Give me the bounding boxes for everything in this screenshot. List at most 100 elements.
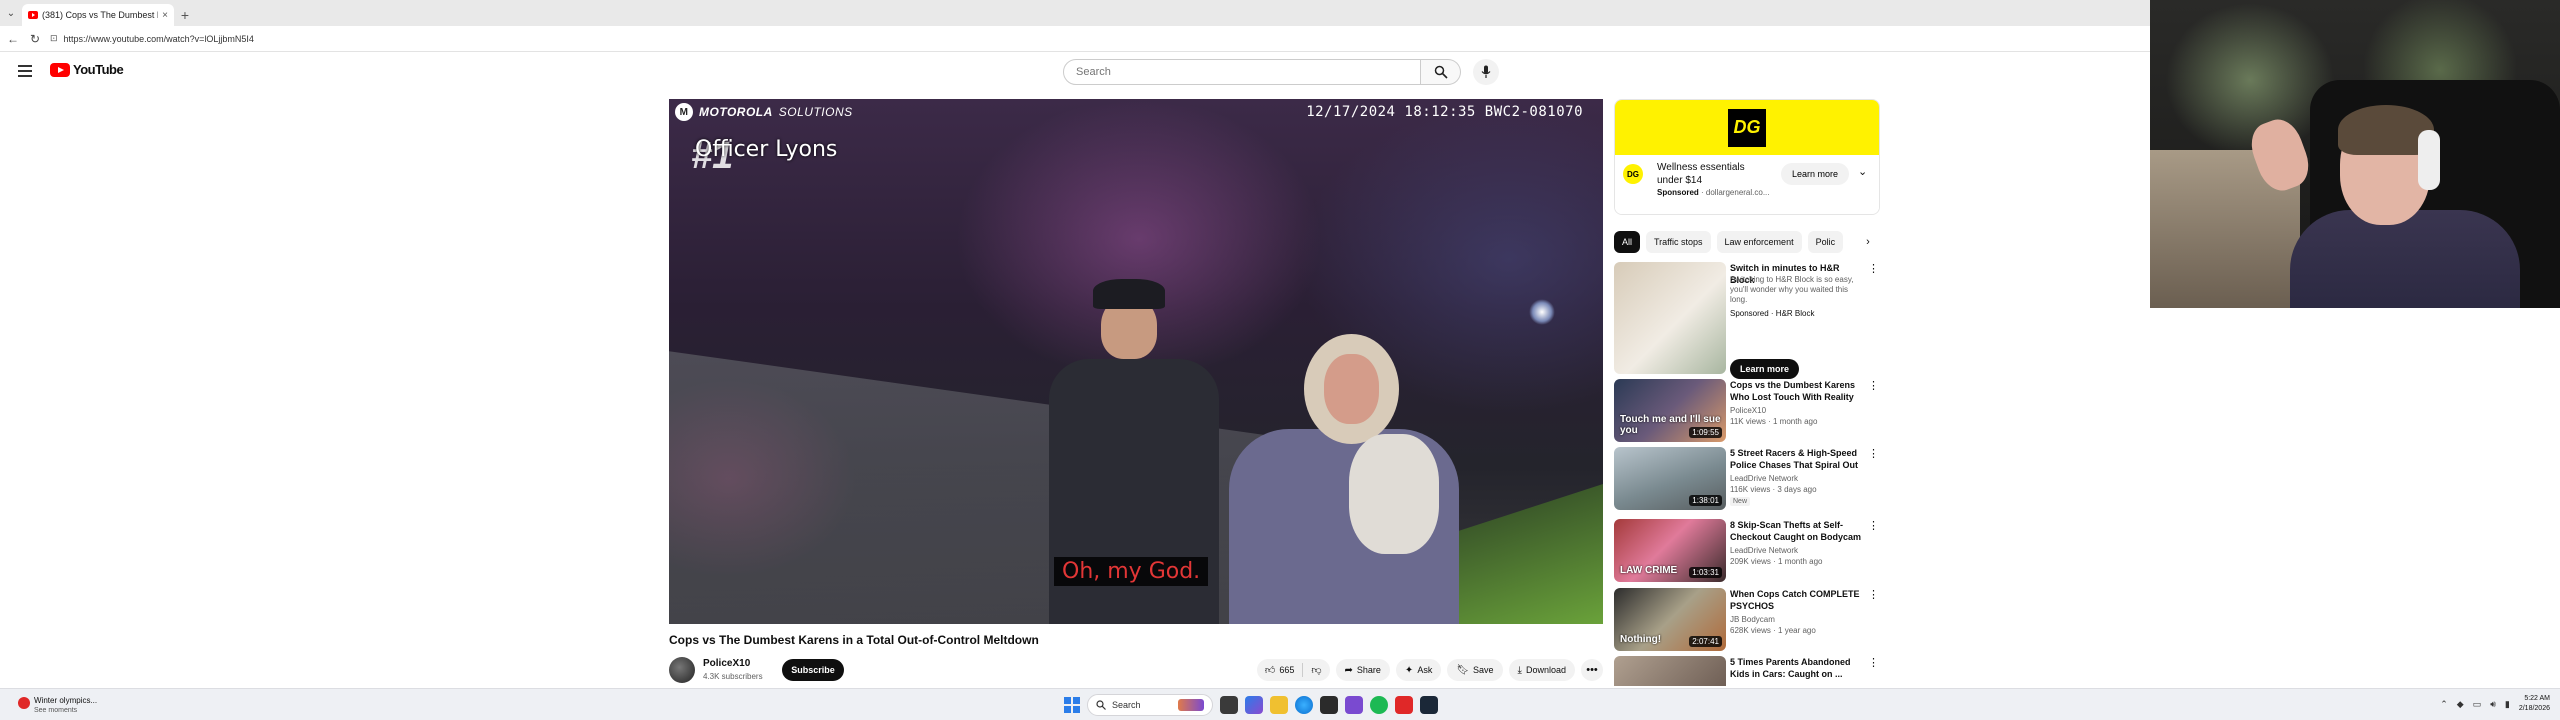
download-button[interactable]: ⤓ Download [1508, 659, 1575, 681]
reload-icon[interactable]: ↻ [28, 32, 42, 46]
rec-title[interactable]: Cops vs the Dumbest Karens Who Lost Touc… [1730, 379, 1866, 403]
rec-thumbnail[interactable]: LAW CRIME 1:03:31 [1614, 519, 1726, 582]
rec-video[interactable]: 1:38:01 5 Street Racers & High-Speed Pol… [1614, 447, 1880, 511]
search-highlight-icon [1178, 699, 1204, 711]
bookmark-icon: 🔖︎ [1456, 664, 1470, 676]
rec-channel[interactable]: LeadDrive Network [1730, 474, 1798, 483]
channel-avatar[interactable] [669, 657, 695, 683]
rec-thumbnail[interactable] [1614, 262, 1726, 374]
youtube-header: YouTube [0, 53, 2150, 91]
recording-app-icon[interactable] [1395, 696, 1413, 714]
share-button[interactable]: ➦ Share [1335, 659, 1390, 681]
rec-title[interactable]: When Cops Catch COMPLETE PSYCHOS [1730, 588, 1866, 612]
video-title: Cops vs The Dumbest Karens in a Total Ou… [669, 633, 1039, 647]
volume-icon[interactable]: 🔊︎ [2490, 699, 2496, 710]
task-view-icon[interactable] [1220, 696, 1238, 714]
rec-learn-more-button[interactable]: Learn more [1730, 359, 1800, 379]
chip-all[interactable]: All [1614, 231, 1641, 253]
download-icon: ⤓ [1517, 664, 1522, 676]
sponsored-ad-card[interactable]: DG DG Wellness essentials under $14 Spon… [1614, 99, 1880, 215]
bodycam-timestamp: 12/17/2024 18:12:35 BWC2-081070 [1306, 104, 1583, 120]
spotify-icon[interactable] [1370, 696, 1388, 714]
save-button[interactable]: 🔖︎ Save [1447, 659, 1503, 681]
hamburger-menu-icon[interactable] [18, 65, 32, 77]
rec-video[interactable]: 5 Times Parents Abandoned Kids in Cars: … [1614, 656, 1880, 686]
rec-more-icon[interactable]: ⋮ [1868, 379, 1879, 392]
rec-thumbnail[interactable]: 1:38:01 [1614, 447, 1726, 510]
rec-video[interactable]: Touch me and I'll sue you 1:09:55 Cops v… [1614, 379, 1880, 443]
ad-banner[interactable]: DG [1615, 100, 1879, 155]
taskbar-clock[interactable]: 5:22 AM 2/18/2026 [2519, 694, 2550, 714]
tray-overflow-chevron-icon[interactable]: ⌃ [2440, 699, 2448, 710]
browser-tab-strip: ⌄ (381) Cops vs The Dumbest K... × + [0, 0, 2150, 26]
store-icon[interactable] [1320, 696, 1338, 714]
tab-close-icon[interactable]: × [162, 10, 168, 21]
subscriber-count: 4.3K subscribers [703, 672, 763, 681]
subscribe-button[interactable]: Subscribe [782, 659, 844, 681]
rec-thumbnail[interactable]: Nothing! 2:07:41 [1614, 588, 1726, 651]
video-actions: 👍︎ 665 👎︎ ➦ Share ✦ Ask 🔖︎ Save ⤓ Downlo… [1256, 659, 1603, 681]
weather-title: Winter olympics... [34, 696, 98, 705]
filter-chips: All Traffic stops Law enforcement Polic [1614, 231, 1880, 253]
rec-video[interactable]: Nothing! 2:07:41 When Cops Catch COMPLET… [1614, 588, 1880, 652]
windows-start-icon[interactable] [1064, 697, 1080, 713]
like-button[interactable]: 👍︎ 665 [1257, 663, 1304, 677]
rec-more-icon[interactable]: ⋮ [1868, 262, 1879, 275]
back-arrow-icon[interactable]: ← [6, 32, 20, 46]
rec-stats: 11K views · 1 month ago [1730, 417, 1818, 426]
rec-channel[interactable]: JB Bodycam [1730, 615, 1775, 624]
rec-description: long. [1730, 295, 1748, 304]
rec-channel[interactable]: PoliceX10 [1730, 406, 1766, 415]
rec-title[interactable]: 8 Skip-Scan Thefts at Self-Checkout Caug… [1730, 519, 1866, 543]
taskbar-search[interactable]: Search [1087, 694, 1213, 716]
voice-search-button[interactable] [1473, 59, 1499, 85]
more-actions-button[interactable]: ••• [1581, 659, 1603, 681]
rec-title[interactable]: 5 Times Parents Abandoned Kids in Cars: … [1730, 656, 1866, 680]
rec-title[interactable]: 5 Street Racers & High-Speed Police Chas… [1730, 447, 1866, 471]
ad-headline[interactable]: Wellness essentials under $14 [1657, 161, 1769, 187]
site-info-icon[interactable]: ⊡ [50, 33, 58, 44]
copilot-icon[interactable] [1245, 696, 1263, 714]
rec-video[interactable]: LAW CRIME 1:03:31 8 Skip-Scan Thefts at … [1614, 519, 1880, 583]
battery-icon[interactable]: ▮ [2505, 699, 2510, 710]
sponsored-label: Sponsored [1657, 188, 1699, 197]
file-explorer-icon[interactable] [1270, 696, 1288, 714]
ad-chevron-down-icon[interactable]: ⌄ [1858, 165, 1867, 178]
rec-more-icon[interactable]: ⋮ [1868, 588, 1879, 601]
thumbnail-text: LAW CRIME [1620, 565, 1678, 576]
youtube-logo[interactable]: YouTube [50, 62, 124, 77]
sponsored-rec[interactable]: Switch in minutes to H&R Block Switching… [1614, 262, 1880, 379]
dislike-button[interactable]: 👎︎ [1303, 664, 1329, 676]
rec-stats: 116K views · 3 days ago [1730, 485, 1817, 494]
url-field[interactable]: ⊡ https://www.youtube.com/watch?v=lOLjjb… [50, 29, 2144, 49]
chip-police[interactable]: Polic [1807, 231, 1844, 253]
chip-traffic-stops[interactable]: Traffic stops [1646, 231, 1711, 253]
weather-subtitle: See moments [34, 707, 78, 714]
rec-more-icon[interactable]: ⋮ [1868, 519, 1879, 532]
rec-thumbnail[interactable]: Touch me and I'll sue you 1:09:55 [1614, 379, 1726, 442]
video-player[interactable]: M MOTOROLA SOLUTIONS 12/17/2024 18:12:35… [669, 99, 1603, 624]
taskbar-apps: Search [1064, 693, 1438, 717]
search-input[interactable] [1063, 59, 1421, 85]
chip-law-enforcement[interactable]: Law enforcement [1716, 231, 1802, 253]
chips-next-chevron-icon[interactable]: › [1856, 231, 1880, 253]
edge-browser-icon[interactable] [1295, 696, 1313, 714]
rec-channel[interactable]: LeadDrive Network [1730, 546, 1798, 555]
tray-app-icon[interactable]: ◆ [2457, 699, 2464, 710]
browser-tab[interactable]: (381) Cops vs The Dumbest K... × [22, 4, 174, 26]
search-button[interactable] [1421, 59, 1461, 85]
tab-list-chevron-icon[interactable]: ⌄ [0, 0, 22, 26]
channel-name[interactable]: PoliceX10 [703, 658, 750, 669]
new-tab-button[interactable]: + [174, 4, 196, 26]
rec-more-icon[interactable]: ⋮ [1868, 447, 1879, 460]
ad-learn-more-button[interactable]: Learn more [1781, 163, 1850, 185]
motorola-logo: M MOTOROLA SOLUTIONS [675, 103, 853, 121]
network-icon[interactable]: ▭ [2473, 699, 2482, 710]
rec-more-icon[interactable]: ⋮ [1868, 656, 1879, 669]
thumbs-down-icon: 👎︎ [1311, 665, 1322, 676]
rec-thumbnail[interactable] [1614, 656, 1726, 686]
ask-button[interactable]: ✦ Ask [1395, 659, 1442, 681]
discord-icon[interactable] [1345, 696, 1363, 714]
clock-date: 2/18/2026 [2518, 705, 2550, 712]
steam-icon[interactable] [1420, 696, 1438, 714]
